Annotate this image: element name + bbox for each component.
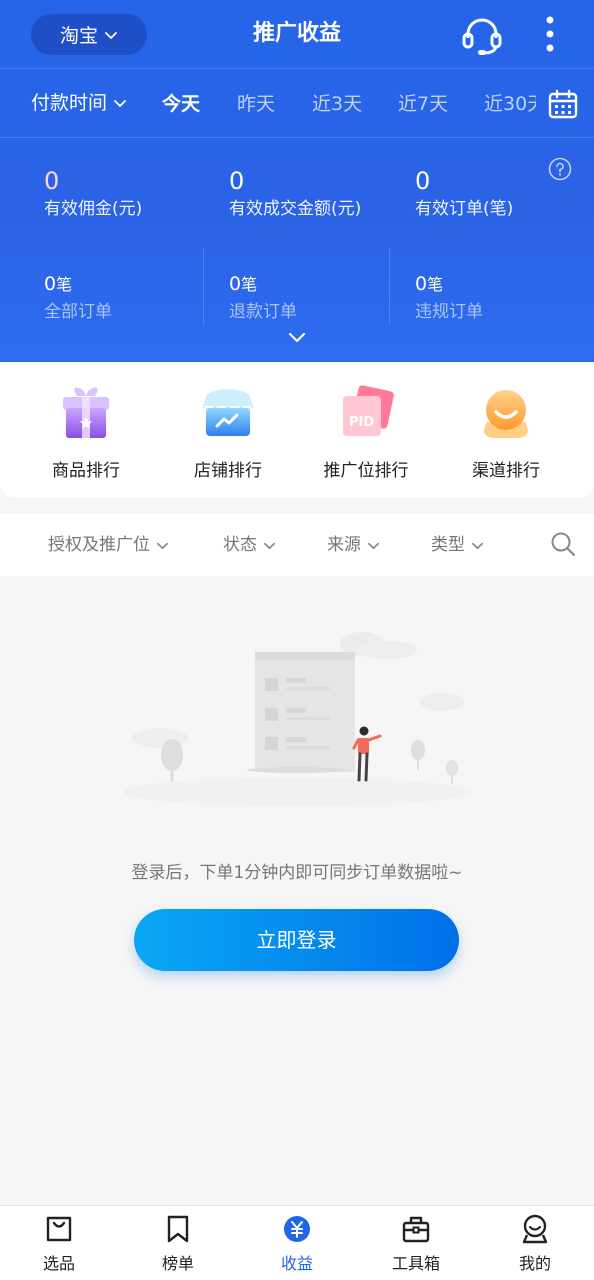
filter-auth-position[interactable]: 授权及推广位 xyxy=(48,514,169,576)
filter-status[interactable]: 状态 xyxy=(223,514,276,576)
headset-icon[interactable] xyxy=(460,14,504,56)
tab-earnings-label: 收益 xyxy=(280,1254,313,1273)
stat-valid-orders-value: 0 xyxy=(415,167,431,195)
search-icon[interactable] xyxy=(550,531,576,557)
stat-deal-amount-label: 有效成交金额(元) xyxy=(229,199,362,219)
tab-selection[interactable]: 选品 xyxy=(0,1206,118,1280)
substat-all-orders-label: 全部订单 xyxy=(44,302,112,322)
tab-rankings-label: 榜单 xyxy=(161,1254,194,1273)
vertical-divider xyxy=(203,248,204,324)
date-tabs: 今天 昨天 近3天 近7天 近30天 xyxy=(150,69,536,137)
chevron-down-icon xyxy=(368,542,379,549)
yen-coin-icon xyxy=(284,1216,310,1242)
filter-auth-position-label: 授权及推广位 xyxy=(48,535,150,555)
platform-label: 淘宝 xyxy=(59,25,98,47)
filter-status-label: 状态 xyxy=(223,535,257,555)
ranking-promo-position[interactable]: PID 推广位排行 xyxy=(292,382,440,481)
toolbox-icon xyxy=(402,1216,430,1243)
pay-time-label: 付款时间 xyxy=(31,92,108,114)
login-button[interactable]: 立即登录 xyxy=(134,909,459,971)
smile-face-icon xyxy=(484,390,528,438)
bottom-tab-bar: 选品 榜单 收益 工具箱 我的 xyxy=(0,1205,594,1280)
stat-valid-orders-label: 有效订单(笔) xyxy=(415,199,514,219)
tab-toolbox-label: 工具箱 xyxy=(391,1254,440,1273)
substat-violation-orders-value: 0 xyxy=(415,273,428,295)
stat-commission-value: 0 xyxy=(44,167,60,195)
calendar-icon[interactable] xyxy=(548,89,578,119)
ranking-store[interactable]: 店铺排行 xyxy=(154,382,302,481)
date-tab-7days[interactable]: 近7天 xyxy=(398,69,448,137)
shopping-bag-icon xyxy=(46,1216,72,1242)
chevron-down-icon xyxy=(472,542,483,549)
substat-all-orders[interactable]: 0笔 全部订单 xyxy=(44,270,112,326)
date-tab-3days[interactable]: 近3天 xyxy=(312,69,362,137)
tab-rankings[interactable]: 榜单 xyxy=(119,1206,237,1280)
substat-refund-orders-label: 退款订单 xyxy=(229,302,297,322)
pay-time-dropdown[interactable]: 付款时间 xyxy=(31,69,127,137)
filter-source-label: 来源 xyxy=(327,535,361,555)
earnings-header: 淘宝 推广收益 付款时间 今天 昨天 近3天 近7天 近30天 xyxy=(0,0,594,362)
ranking-product[interactable]: 商品排行 xyxy=(12,382,160,481)
stat-commission-label: 有效佣金(元) xyxy=(44,199,143,219)
empty-orders-illustration xyxy=(122,632,472,806)
vertical-divider xyxy=(389,248,390,324)
gift-box-icon xyxy=(63,387,109,438)
chevron-down-icon xyxy=(157,542,168,549)
substat-unit: 笔 xyxy=(241,275,258,294)
stat-deal-amount-value: 0 xyxy=(229,167,245,195)
expand-chevron-icon[interactable] xyxy=(287,330,307,346)
ranking-store-label: 店铺排行 xyxy=(194,461,262,481)
tab-mine[interactable]: 我的 xyxy=(476,1206,594,1280)
store-icon xyxy=(203,389,253,436)
substat-violation-orders-label: 违规订单 xyxy=(415,302,483,322)
platform-selector[interactable]: 淘宝 xyxy=(31,14,147,55)
stat-commission[interactable]: 0 有效佣金(元) xyxy=(44,166,142,222)
ranking-product-label: 商品排行 xyxy=(52,461,120,481)
order-filter-row: 授权及推广位 状态 来源 类型 xyxy=(0,514,594,576)
empty-message: 登录后，下单1分钟内即可同步订单数据啦~ xyxy=(131,863,463,883)
date-tab-yesterday[interactable]: 昨天 xyxy=(237,69,275,137)
substat-refund-orders[interactable]: 0笔 退款订单 xyxy=(229,270,297,326)
top-bar: 淘宝 推广收益 xyxy=(0,0,594,68)
filter-type-label: 类型 xyxy=(431,535,465,555)
substat-violation-orders[interactable]: 0笔 违规订单 xyxy=(415,270,483,326)
substat-unit: 笔 xyxy=(427,275,444,294)
more-menu-icon[interactable] xyxy=(536,12,564,56)
help-icon[interactable] xyxy=(548,157,572,181)
chevron-down-icon xyxy=(105,31,117,39)
profile-icon xyxy=(522,1214,548,1244)
ranking-channel[interactable]: 渠道排行 xyxy=(432,382,580,481)
pid-card-icon: PID xyxy=(343,385,394,436)
date-tab-today[interactable]: 今天 xyxy=(162,69,200,137)
tab-mine-label: 我的 xyxy=(518,1254,551,1273)
substat-refund-orders-value: 0 xyxy=(229,273,242,295)
tab-selection-label: 选品 xyxy=(42,1254,75,1273)
substat-unit: 笔 xyxy=(56,275,73,294)
ranking-card: 商品排行 店铺排行 PID 推广位排行 渠道排行 xyxy=(0,362,594,498)
svg-text:PID: PID xyxy=(349,415,374,430)
filter-type[interactable]: 类型 xyxy=(431,514,484,576)
chevron-down-icon xyxy=(264,542,275,549)
ranking-channel-label: 渠道排行 xyxy=(472,461,540,481)
filter-source[interactable]: 来源 xyxy=(327,514,380,576)
stat-deal-amount[interactable]: 0 有效成交金额(元) xyxy=(229,166,361,222)
substat-all-orders-value: 0 xyxy=(44,273,57,295)
tab-earnings[interactable]: 收益 xyxy=(238,1206,356,1280)
stat-valid-orders[interactable]: 0 有效订单(笔) xyxy=(415,166,513,222)
bookmark-icon xyxy=(167,1215,189,1243)
divider xyxy=(0,137,594,138)
date-filter-bar: 付款时间 今天 昨天 近3天 近7天 近30天 xyxy=(0,69,594,137)
date-tab-30days[interactable]: 近30天 xyxy=(484,69,536,137)
tab-toolbox[interactable]: 工具箱 xyxy=(357,1206,475,1280)
ranking-promo-position-label: 推广位排行 xyxy=(323,461,409,481)
chevron-down-icon xyxy=(114,100,126,107)
